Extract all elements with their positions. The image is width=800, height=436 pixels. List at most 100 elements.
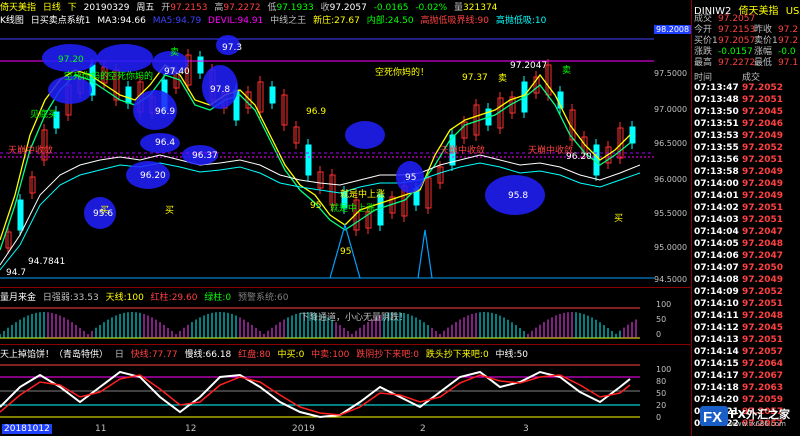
tick-price: 97.2045 [742,323,783,333]
candle-body [341,191,348,209]
tick-time: 07:14:11 [694,311,739,321]
candle-body [377,194,384,226]
tick-row: 07:13:51 97.2046 [694,118,800,130]
watermark-url: www.fx686.com [730,420,786,428]
tick-price: 97.2057 [742,347,783,357]
tick-price: 97.2051 [742,203,783,213]
tick-time: 07:14:13 [694,335,739,345]
tick-price: 97.2045 [742,107,783,117]
tick-row: 07:14:10 97.2051 [694,298,800,310]
quote-field-label: 涨跌 [694,47,713,57]
tick-time: 07:14:04 [694,227,739,237]
watermark-logo: FX FX外汇之家 www.fx686.com [700,404,798,430]
open-value: 97.2153 [170,3,208,13]
tick-time: 07:14:10 [694,299,739,309]
panel3-tick-50: 50 [656,389,667,398]
quote-row: 今开 97.2153 昨收 97.2 [694,25,800,36]
xaxis-label-5: 3 [523,424,529,434]
quote-field-value: 97.2057 [718,36,756,46]
tick-price: 97.2064 [742,359,783,369]
quote-field-value2: 97.1 [778,58,799,68]
tick-price: 97.2046 [742,119,783,129]
quote-row: 成交 97.2057 [694,14,800,25]
time-axis: 20181012 11 12 2019 2 3 [0,424,690,436]
quote-field-label: 买价1 [694,36,718,46]
candle-body [629,126,636,144]
volume-indicator-panel[interactable]: 量月来金 日强弱:33.53 天线:100 红柱:29.60 绿柱:0 预警系统… [0,288,690,344]
tick-price: 97.2048 [742,311,783,321]
nav-next[interactable]: 下 [68,3,77,13]
quote-field-value2: 97.2 [778,36,799,46]
tick-time: 07:13:56 [694,155,739,165]
volume-label: 量 [454,3,464,13]
quote-field-value: 97.2153 [718,25,756,35]
candle-body [305,144,312,176]
tick-row: 07:13:56 97.2051 [694,154,800,166]
tick-time: 07:14:08 [694,275,739,285]
tick-time: 07:14:18 [694,383,739,393]
candle-body [269,86,276,104]
tick-row: 07:14:11 97.2048 [694,310,800,322]
period-label[interactable]: 日线 [43,3,61,13]
quote-row: 最高 97.2272 最低 97.1 [694,58,800,69]
quote-field-label2: 最低 [754,58,773,68]
quote-field-value2: -0.0 [778,47,796,57]
tick-time: 07:13:58 [694,167,739,177]
tick-row: 07:14:02 97.2051 [694,202,800,214]
instrument-name[interactable]: 倚天美指 [0,3,36,13]
tick-price: 97.2063 [742,383,783,393]
panel2-note: 下降通道，小心无量阴跌！ [300,313,409,323]
tick-row: 07:13:50 97.2045 [694,106,800,118]
low-value: 97.1933 [276,3,314,13]
quote-field-label: 最高 [694,58,713,68]
tick-price: 97.2050 [742,263,783,273]
quote-field-value2: 97.2 [778,25,799,35]
quote-panel: DINIW2 倚天美指 USA 成交97.2057今开97.2153昨收97.2… [691,0,800,436]
tick-time: 07:14:05 [694,239,739,249]
candle-body [125,86,132,104]
tick-price: 97.2051 [742,95,783,105]
tick-time: 07:14:17 [694,371,739,381]
tick-time: 07:13:53 [694,131,739,141]
tick-time: 07:14:07 [694,263,739,273]
tick-price: 97.2052 [742,143,783,153]
bar-date: 20190329 [83,3,130,13]
quote-field-label: 成交 [694,14,713,24]
tick-row: 07:14:09 97.2052 [694,286,800,298]
panel3-tick-80: 80 [656,377,667,386]
tick-price: 97.2051 [742,215,783,225]
tick-row: 07:14:17 97.2067 [694,370,800,382]
tick-row: 07:14:01 97.2049 [694,190,800,202]
quote-row: 买价1 97.2057 卖价1 97.2 [694,36,800,47]
close-label: 收 [320,3,330,13]
tick-row: 07:13:53 97.2049 [694,130,800,142]
xaxis-label-2: 12 [185,424,197,434]
quote-row: 涨跌 -0.0157 涨幅 -0.0 [694,47,800,58]
panel3-tick-0: 0 [656,413,662,422]
tick-time: 07:13:55 [694,143,739,153]
tick-price: 97.2048 [742,239,783,249]
tick-price: 97.2049 [742,191,783,201]
quote-field-value: 97.2272 [718,58,756,68]
tick-price: 97.2049 [742,275,783,285]
tick-time: 07:13:47 [694,83,739,93]
tick-row: 07:14:13 97.2051 [694,334,800,346]
tick-price: 97.2047 [742,251,783,261]
tick-time: 07:14:00 [694,179,739,189]
oscillator-panel[interactable]: 天上掉馅饼！（青岛特供） 日 快线:77.77 慢线:66.18 红盘:80 中… [0,345,690,425]
panel2-tick-100: 100 [656,300,672,309]
change-value: -0.0165 [373,3,409,13]
tick-price: 97.2049 [742,131,783,141]
candle-body [197,56,204,74]
tick-row: 07:14:08 97.2049 [694,274,800,286]
tick-time: 07:14:01 [694,191,739,201]
panel3-tick-20: 20 [656,401,667,410]
tick-row: 07:14:06 97.2047 [694,250,800,262]
candle-body [53,111,60,129]
candlestick-chart[interactable] [0,25,690,287]
tick-row: 07:14:03 97.2051 [694,214,800,226]
close-value: 97.2057 [329,3,367,13]
quote-field-label2: 昨收 [754,25,773,35]
tick-row: 07:13:48 97.2051 [694,94,800,106]
ticks-header: 时间 成交 [694,70,798,83]
